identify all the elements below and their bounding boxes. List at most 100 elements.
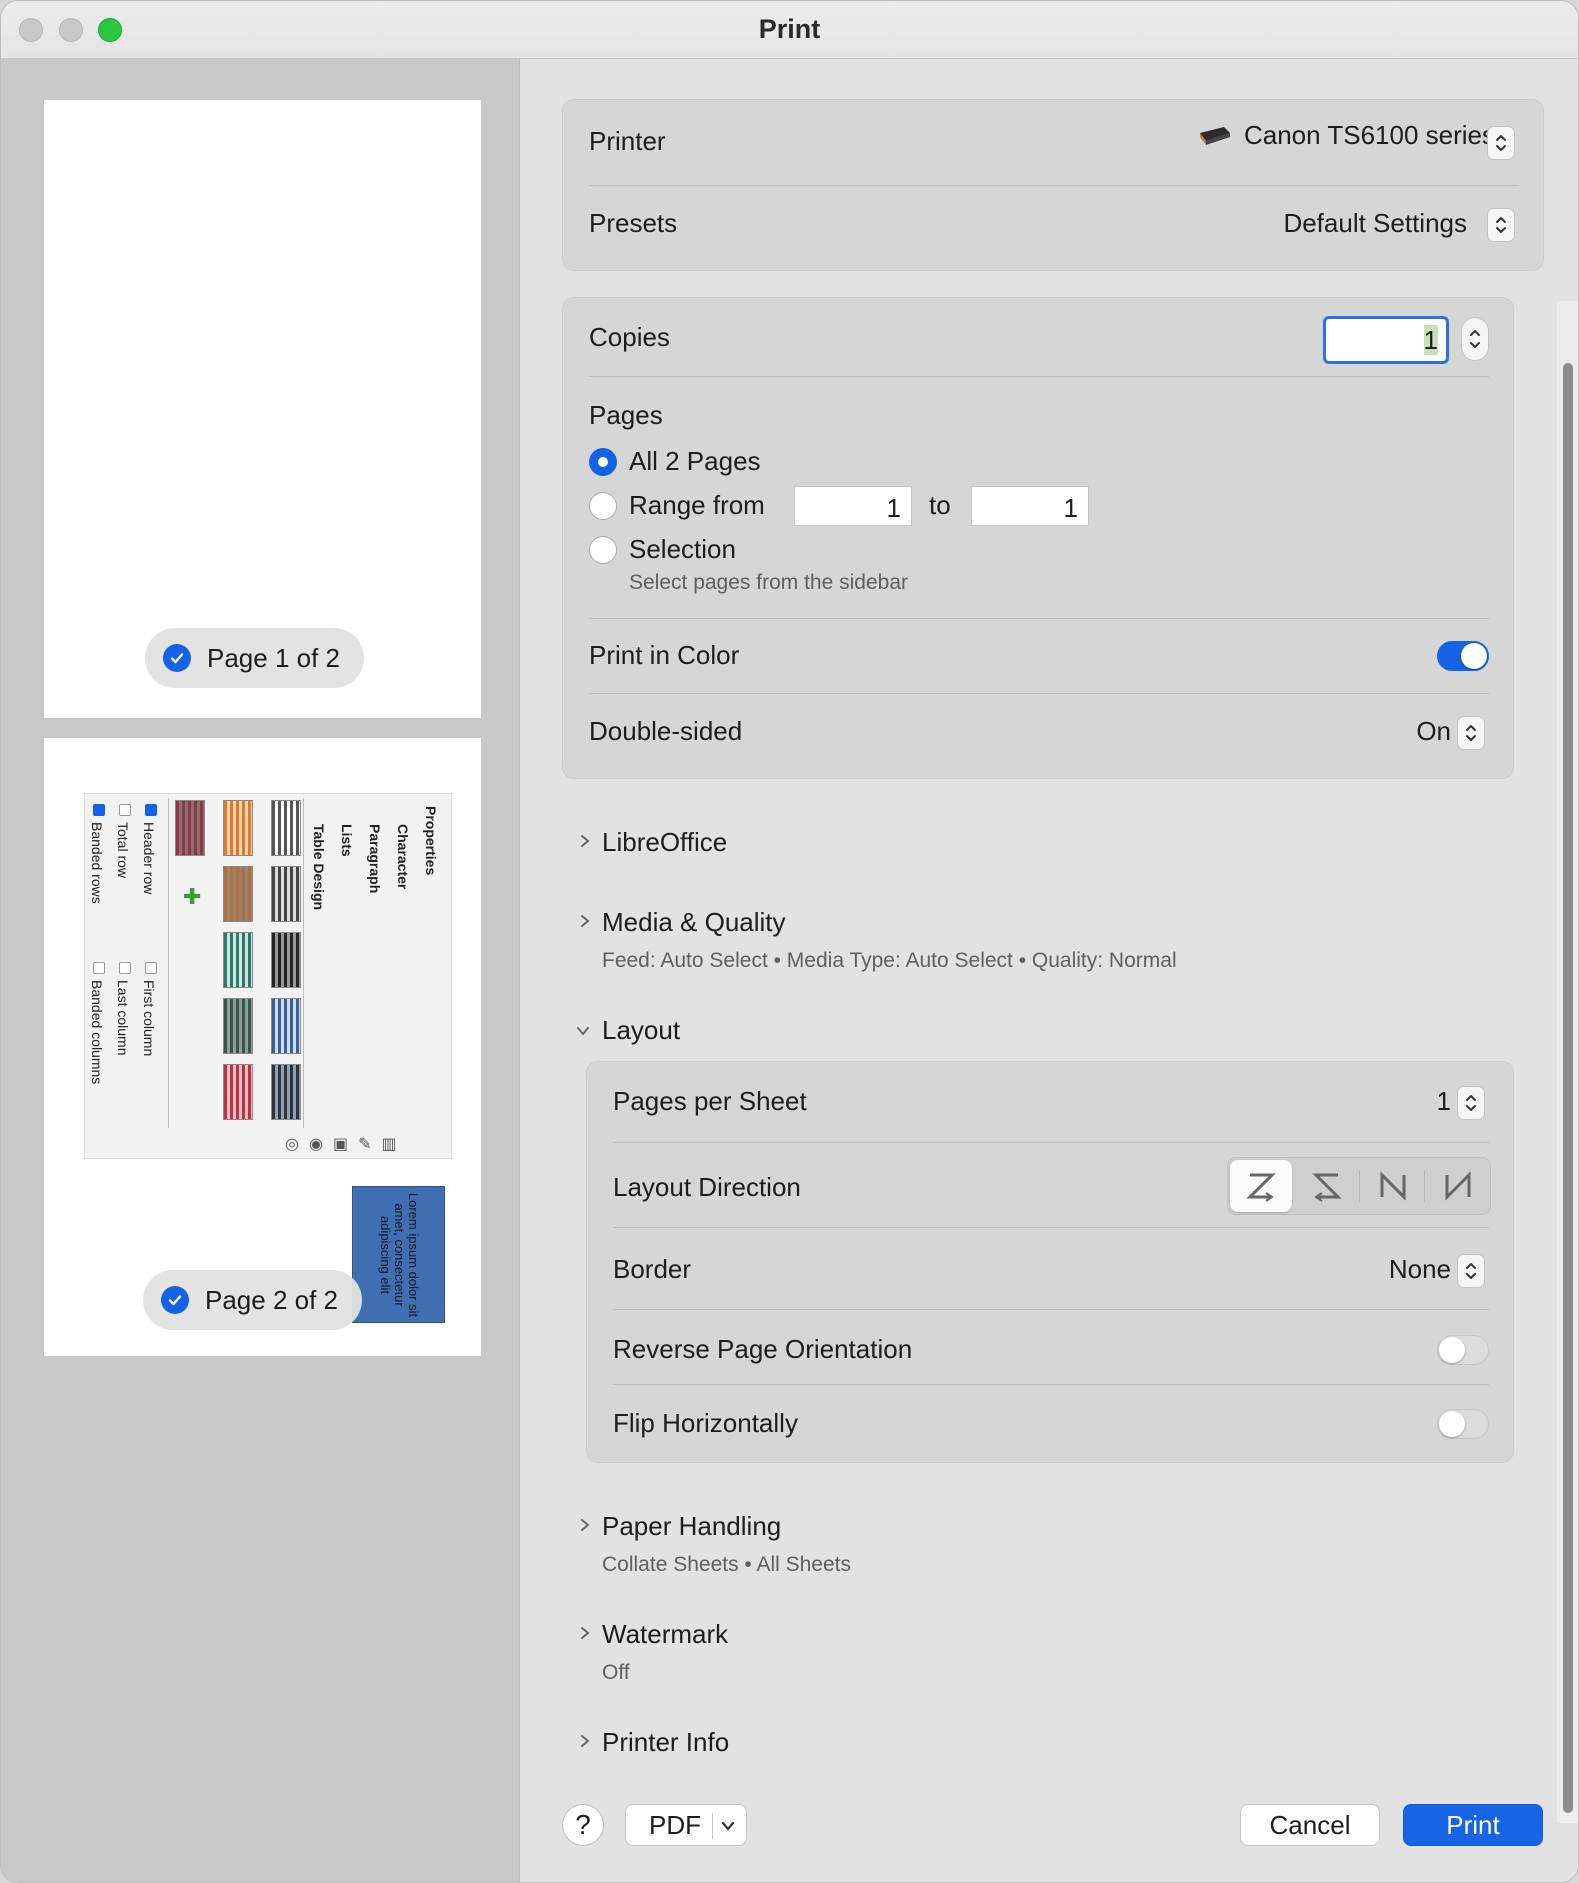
thumb-checkbox-label: Banded rows bbox=[89, 822, 105, 904]
range-to-label: to bbox=[929, 490, 951, 520]
selection-radio[interactable] bbox=[589, 536, 617, 564]
thumb-checkbox-label: Total row bbox=[115, 822, 131, 879]
border-popup-arrows-icon[interactable] bbox=[1457, 1254, 1485, 1288]
range-label: Range from bbox=[629, 490, 765, 520]
settings-scrollbar[interactable] bbox=[1557, 301, 1578, 1823]
shapes-icon: ◎ bbox=[285, 1136, 299, 1153]
border-label: Border bbox=[613, 1254, 692, 1284]
layout-reverse-n-icon bbox=[1445, 1171, 1471, 1201]
layout-direction-reverse-z-button[interactable] bbox=[1296, 1160, 1358, 1212]
title-bar: Print bbox=[1, 1, 1578, 59]
chevron-right-icon[interactable] bbox=[578, 834, 592, 848]
thumb-label: Lists bbox=[339, 824, 355, 857]
section-libreoffice[interactable]: LibreOffice bbox=[602, 827, 727, 858]
copies-stepper[interactable] bbox=[1461, 317, 1489, 361]
printer-value: Canon TS6100 series bbox=[1243, 120, 1495, 150]
styles-icon: ✎ bbox=[358, 1136, 372, 1153]
thumb-checkbox-label: Banded columns bbox=[89, 980, 105, 1085]
media-quality-summary: Feed: Auto Select • Media Type: Auto Sel… bbox=[602, 949, 1177, 972]
chevron-down-icon[interactable] bbox=[576, 1024, 590, 1038]
gallery-icon: ▣ bbox=[332, 1136, 349, 1153]
layout-n-icon bbox=[1380, 1171, 1406, 1201]
printer-label: Printer bbox=[589, 126, 666, 156]
window-title: Print bbox=[758, 14, 821, 44]
copies-label: Copies bbox=[589, 322, 670, 352]
page-badge-label: Page 1 of 2 bbox=[207, 642, 340, 673]
section-layout[interactable]: Layout bbox=[602, 1015, 680, 1046]
chevron-right-icon[interactable] bbox=[578, 1518, 592, 1532]
watermark-summary: Off bbox=[602, 1661, 630, 1684]
double-sided-value[interactable]: On bbox=[1416, 716, 1451, 747]
thumb-checkbox-label: Last column bbox=[115, 980, 131, 1056]
layout-card: Pages per Sheet 1 Layout Direction Borde… bbox=[586, 1061, 1514, 1463]
reverse-orientation-label: Reverse Page Orientation bbox=[613, 1334, 913, 1364]
section-media-quality[interactable]: Media & Quality bbox=[602, 907, 786, 938]
page-badge-1[interactable]: Page 1 of 2 bbox=[145, 628, 364, 688]
selection-label: Selection bbox=[629, 534, 736, 564]
thumb-checkbox-label: First column bbox=[141, 980, 157, 1057]
layout-reverse-z-icon bbox=[1312, 1173, 1342, 1202]
all-pages-radio[interactable] bbox=[589, 448, 617, 476]
thumb-label: Paragraph bbox=[367, 824, 383, 894]
navigator-icon: ◉ bbox=[308, 1136, 323, 1153]
chevron-right-icon[interactable] bbox=[578, 1626, 592, 1640]
layout-direction-reverse-n-button[interactable] bbox=[1427, 1160, 1489, 1212]
paper-handling-summary: Collate Sheets • All Sheets bbox=[602, 1553, 851, 1576]
flip-horizontally-label: Flip Horizontally bbox=[613, 1408, 798, 1438]
double-sided-popup-arrows-icon[interactable] bbox=[1457, 716, 1485, 750]
pdf-menu-button[interactable]: PDF bbox=[625, 1804, 747, 1846]
reverse-orientation-toggle[interactable] bbox=[1437, 1335, 1489, 1365]
border-value[interactable]: None bbox=[1389, 1254, 1451, 1285]
selection-hint: Select pages from the sidebar bbox=[629, 571, 908, 594]
thumb-label: Properties bbox=[423, 806, 439, 876]
pdf-label: PDF bbox=[649, 1809, 701, 1840]
help-button[interactable]: ? bbox=[562, 1804, 604, 1846]
pages-per-sheet-popup-arrows-icon[interactable] bbox=[1457, 1086, 1485, 1120]
printer-select[interactable]: Canon TS6100 series bbox=[1196, 120, 1495, 151]
section-printer-info[interactable]: Printer Info bbox=[602, 1727, 729, 1758]
print-in-color-toggle[interactable] bbox=[1437, 641, 1489, 671]
copies-pages-card: Copies Pages All 2 Pages Range from 1 to… bbox=[562, 297, 1514, 779]
range-from-input[interactable]: 1 bbox=[794, 486, 912, 526]
thumb-checkbox-label: Header row bbox=[141, 822, 157, 895]
cancel-button[interactable]: Cancel bbox=[1240, 1804, 1380, 1846]
properties-icon: ▥ bbox=[381, 1136, 397, 1153]
section-watermark[interactable]: Watermark bbox=[602, 1619, 728, 1650]
checkmark-icon bbox=[163, 644, 191, 672]
page-preview-2[interactable]: Properties Character Paragraph Lists Tab… bbox=[44, 738, 481, 1356]
scrollbar-thumb[interactable] bbox=[1563, 363, 1573, 1813]
page-preview-sidebar[interactable]: Page 1 of 2 Properties Character Paragra… bbox=[1, 59, 520, 1882]
presets-value[interactable]: Default Settings bbox=[1283, 208, 1467, 239]
layout-direction-n-button[interactable] bbox=[1362, 1160, 1424, 1212]
printer-card: Printer Canon TS6100 series Presets Defa… bbox=[562, 99, 1544, 271]
copies-input[interactable]: 1 bbox=[1323, 316, 1449, 364]
print-button[interactable]: Print bbox=[1403, 1804, 1543, 1846]
print-in-color-label: Print in Color bbox=[589, 640, 740, 670]
chevron-right-icon[interactable] bbox=[578, 1734, 592, 1748]
thumb-label: Character bbox=[395, 824, 411, 890]
add-style-icon: ✚ bbox=[183, 884, 202, 909]
sidebar-properties-thumbnail: Properties Character Paragraph Lists Tab… bbox=[84, 793, 452, 1159]
pages-per-sheet-value[interactable]: 1 bbox=[1437, 1086, 1451, 1117]
presets-popup-arrows-icon[interactable] bbox=[1487, 208, 1515, 242]
printer-popup-arrows-icon[interactable] bbox=[1487, 126, 1515, 160]
print-dialog: Print Page 1 of 2 Properties Character P… bbox=[0, 0, 1579, 1883]
all-pages-label: All 2 Pages bbox=[629, 446, 761, 476]
layout-direction-z-button[interactable] bbox=[1230, 1160, 1292, 1212]
chevron-down-icon bbox=[721, 1821, 735, 1831]
page-badge-label: Page 2 of 2 bbox=[205, 1284, 338, 1315]
section-paper-handling[interactable]: Paper Handling bbox=[602, 1511, 781, 1542]
range-radio[interactable] bbox=[589, 492, 617, 520]
chevron-right-icon[interactable] bbox=[578, 914, 592, 928]
page-badge-2[interactable]: Page 2 of 2 bbox=[143, 1270, 362, 1330]
layout-z-icon bbox=[1246, 1173, 1276, 1202]
blue-text-box-thumbnail: Lorem ipsum dolor sit amet, consectetur … bbox=[352, 1186, 445, 1323]
pages-per-sheet-label: Pages per Sheet bbox=[613, 1086, 807, 1116]
page-preview-1[interactable]: Page 1 of 2 bbox=[44, 100, 481, 718]
range-to-input[interactable]: 1 bbox=[971, 486, 1089, 526]
printer-icon bbox=[1199, 126, 1230, 145]
flip-horizontally-toggle[interactable] bbox=[1437, 1409, 1489, 1439]
pages-label: Pages bbox=[589, 400, 663, 430]
layout-direction-control bbox=[1227, 1157, 1491, 1215]
thumb-label: Table Design bbox=[311, 824, 327, 911]
